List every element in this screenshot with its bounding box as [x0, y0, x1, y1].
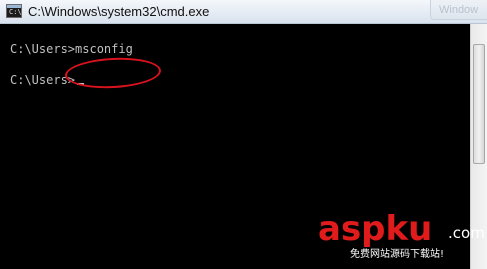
scrollbar-thumb[interactable]	[473, 44, 485, 164]
window-title: C:\Windows\system32\cmd.exe	[28, 4, 210, 19]
background-window-title: Window	[439, 4, 479, 16]
aspku-watermark: aspku .com 免费网站源码下载站!	[318, 209, 485, 266]
watermark-tagline: 免费网站源码下载站!	[350, 249, 445, 260]
window-title-bar[interactable]: C:\ C:\Windows\system32\cmd.exe Window	[0, 0, 487, 24]
console-line-command: C:\Users>msconfig	[10, 42, 133, 56]
background-window-tab[interactable]: Window	[430, 0, 487, 20]
watermark-logo: aspku	[318, 209, 433, 249]
screenshot-root: C:\ C:\Windows\system32\cmd.exe Window C…	[0, 0, 487, 269]
command-highlight-ellipse	[64, 55, 162, 91]
cmd-icon: C:\	[6, 4, 22, 18]
watermark-domain: .com	[448, 224, 485, 242]
